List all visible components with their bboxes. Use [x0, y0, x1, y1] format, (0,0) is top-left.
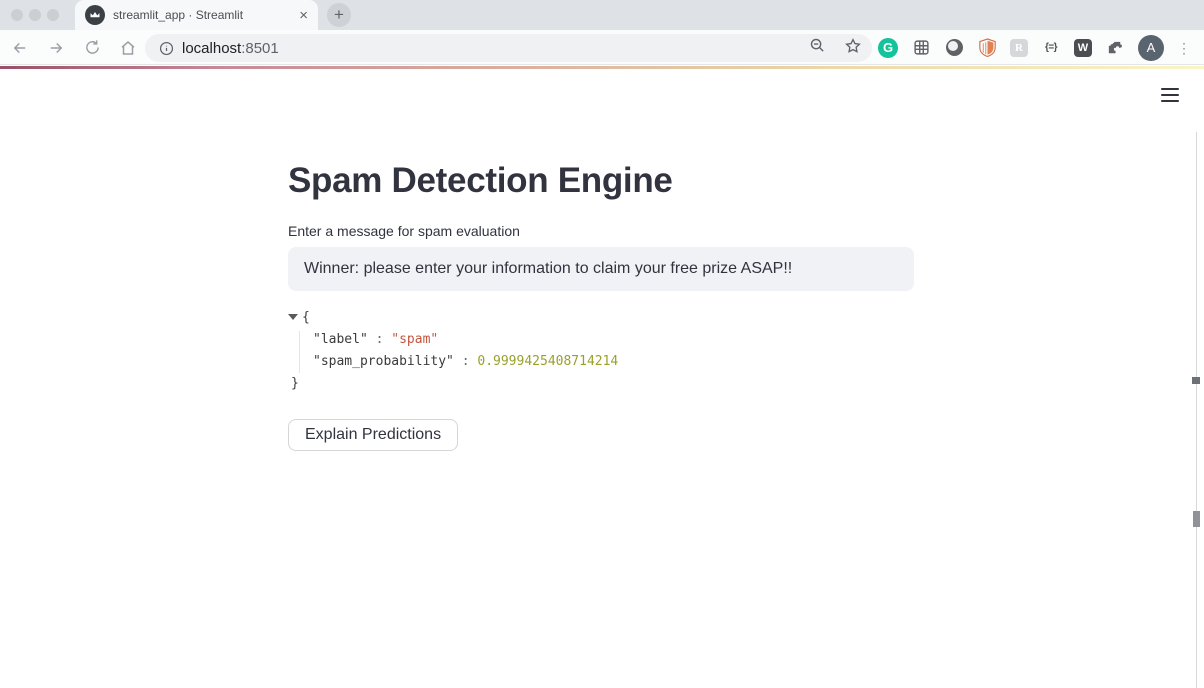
scrollbar-artifact — [1192, 377, 1200, 384]
text-input-label: Enter a message for spam evaluation — [288, 223, 520, 239]
json-open-line: { — [288, 307, 914, 329]
json-row-probability: "spam_probability" : 0.9999425408714214 — [313, 354, 619, 369]
json-output: { "label" : "spam" "spam_probability" : … — [288, 307, 914, 395]
collapse-caret-icon[interactable] — [288, 313, 298, 320]
wikipedia-extension-icon[interactable]: W — [1074, 38, 1092, 57]
extensions-puzzle-icon[interactable] — [1105, 38, 1125, 58]
json-close-line: } — [291, 376, 299, 391]
url-host: localhost — [182, 39, 242, 57]
window-close-button[interactable] — [11, 9, 23, 21]
home-icon[interactable] — [116, 36, 140, 60]
grid-extension-icon[interactable] — [911, 38, 931, 58]
forward-icon[interactable] — [44, 36, 68, 60]
new-tab-button[interactable]: + — [327, 3, 351, 27]
r-extension-icon[interactable]: R — [1010, 38, 1028, 57]
json-string-value: "spam" — [391, 332, 439, 347]
browser-menu-icon[interactable]: ⋮ — [1177, 41, 1191, 55]
browser-toolbar: localhost:8501 G R {=} W A ⋮ — [0, 30, 1204, 65]
window-zoom-button[interactable] — [47, 9, 59, 21]
app-menu-icon[interactable] — [1161, 88, 1179, 102]
address-bar[interactable]: localhost:8501 — [145, 34, 872, 62]
json-row-label: "label" : "spam" — [313, 332, 439, 347]
zoom-out-icon[interactable] — [809, 37, 826, 59]
url-port: :8501 — [241, 39, 279, 57]
extensions-row: G R {=} W A ⋮ — [878, 30, 1191, 65]
grammarly-extension-icon[interactable]: G — [878, 37, 898, 58]
page-title: Spam Detection Engine — [288, 161, 673, 200]
explain-predictions-button[interactable]: Explain Predictions — [288, 419, 459, 452]
browser-tab-strip: streamlit_app · Streamlit × + — [0, 0, 1204, 30]
message-input[interactable] — [288, 247, 914, 291]
tab-title: streamlit_app · Streamlit — [113, 8, 244, 22]
back-icon[interactable] — [8, 36, 32, 60]
dark-circle-extension-icon[interactable] — [944, 38, 964, 58]
streamlit-decoration-bar — [0, 66, 1204, 69]
reload-icon[interactable] — [80, 36, 104, 60]
window-minimize-button[interactable] — [29, 9, 41, 21]
tab-close-icon[interactable]: × — [299, 7, 308, 24]
json-indent-guide — [299, 331, 300, 373]
braces-extension-icon[interactable]: {=} — [1041, 38, 1061, 58]
browser-tab[interactable]: streamlit_app · Streamlit × — [75, 0, 318, 30]
page-info-icon[interactable] — [159, 41, 174, 56]
shield-extension-icon[interactable] — [977, 38, 997, 58]
streamlit-favicon-icon — [85, 5, 105, 25]
profile-avatar[interactable]: A — [1138, 34, 1164, 61]
scrollbar-thumb[interactable] — [1193, 511, 1200, 527]
window-right-edge — [1196, 132, 1197, 688]
streamlit-app-page: Spam Detection Engine Enter a message fo… — [0, 66, 1204, 688]
json-number-value: 0.9999425408714214 — [477, 354, 619, 369]
bookmark-star-icon[interactable] — [844, 37, 862, 60]
url-text: localhost:8501 — [182, 40, 279, 57]
main-content: Spam Detection Engine Enter a message fo… — [288, 160, 914, 452]
